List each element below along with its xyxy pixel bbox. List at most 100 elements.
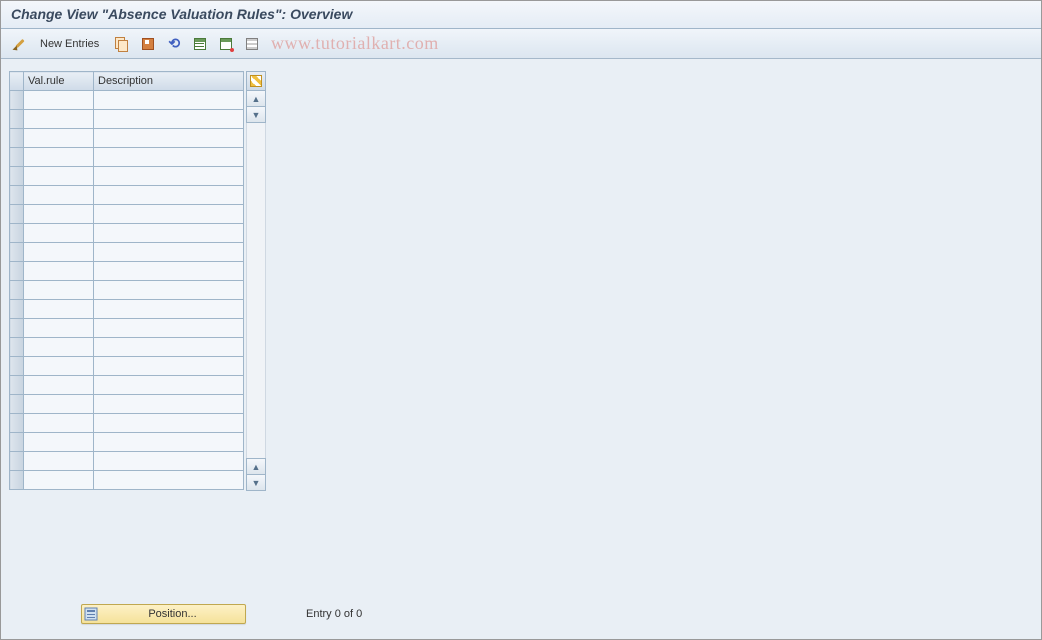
table-row[interactable] (10, 281, 244, 300)
cell-valrule[interactable] (24, 205, 94, 224)
cell-valrule[interactable] (24, 186, 94, 205)
cell-description[interactable] (94, 205, 244, 224)
cell-valrule[interactable] (24, 376, 94, 395)
cell-description[interactable] (94, 471, 244, 490)
table-row[interactable] (10, 224, 244, 243)
table-row[interactable] (10, 414, 244, 433)
delete-button[interactable] (136, 33, 160, 55)
cell-valrule[interactable] (24, 395, 94, 414)
table-row[interactable] (10, 205, 244, 224)
table-row[interactable] (10, 338, 244, 357)
cell-valrule[interactable] (24, 148, 94, 167)
table-row[interactable] (10, 148, 244, 167)
cell-valrule[interactable] (24, 224, 94, 243)
scroll-down-bottom-button[interactable]: ▼ (246, 474, 266, 491)
table-row[interactable] (10, 452, 244, 471)
cell-description[interactable] (94, 433, 244, 452)
cell-description[interactable] (94, 357, 244, 376)
cell-description[interactable] (94, 376, 244, 395)
row-selector[interactable] (10, 452, 24, 471)
row-selector[interactable] (10, 110, 24, 129)
row-selector[interactable] (10, 319, 24, 338)
row-selector[interactable] (10, 395, 24, 414)
undo-change-button[interactable]: ⟲ (162, 33, 186, 55)
table-row[interactable] (10, 186, 244, 205)
cell-valrule[interactable] (24, 452, 94, 471)
cell-valrule[interactable] (24, 414, 94, 433)
cell-description[interactable] (94, 452, 244, 471)
cell-description[interactable] (94, 129, 244, 148)
cell-description[interactable] (94, 148, 244, 167)
scroll-track[interactable] (246, 123, 266, 458)
valuation-rules-table[interactable]: Val.rule Description (9, 71, 244, 490)
cell-valrule[interactable] (24, 129, 94, 148)
table-row[interactable] (10, 433, 244, 452)
column-header-description[interactable]: Description (94, 72, 244, 91)
cell-description[interactable] (94, 91, 244, 110)
cell-description[interactable] (94, 281, 244, 300)
cell-valrule[interactable] (24, 357, 94, 376)
cell-valrule[interactable] (24, 243, 94, 262)
table-row[interactable] (10, 395, 244, 414)
table-row[interactable] (10, 167, 244, 186)
table-settings-button[interactable] (246, 71, 266, 91)
row-selector[interactable] (10, 224, 24, 243)
row-selector[interactable] (10, 262, 24, 281)
toggle-display-change-button[interactable] (9, 33, 33, 55)
table-row[interactable] (10, 110, 244, 129)
cell-description[interactable] (94, 338, 244, 357)
cell-valrule[interactable] (24, 110, 94, 129)
scroll-up-button[interactable]: ▲ (246, 90, 266, 107)
new-entries-button[interactable]: New Entries (35, 33, 108, 55)
cell-description[interactable] (94, 300, 244, 319)
cell-valrule[interactable] (24, 338, 94, 357)
row-selector[interactable] (10, 129, 24, 148)
table-row[interactable] (10, 129, 244, 148)
table-row[interactable] (10, 376, 244, 395)
row-selector-header[interactable] (10, 72, 24, 91)
row-selector[interactable] (10, 338, 24, 357)
scroll-up-bottom-button[interactable]: ▲ (246, 458, 266, 475)
cell-description[interactable] (94, 167, 244, 186)
cell-description[interactable] (94, 110, 244, 129)
cell-description[interactable] (94, 224, 244, 243)
cell-description[interactable] (94, 395, 244, 414)
table-row[interactable] (10, 319, 244, 338)
column-header-valrule[interactable]: Val.rule (24, 72, 94, 91)
deselect-all-button[interactable] (240, 33, 264, 55)
row-selector[interactable] (10, 357, 24, 376)
row-selector[interactable] (10, 91, 24, 110)
row-selector[interactable] (10, 205, 24, 224)
cell-valrule[interactable] (24, 91, 94, 110)
row-selector[interactable] (10, 281, 24, 300)
copy-as-button[interactable] (110, 33, 134, 55)
cell-valrule[interactable] (24, 471, 94, 490)
row-selector[interactable] (10, 186, 24, 205)
cell-valrule[interactable] (24, 433, 94, 452)
scroll-down-button[interactable]: ▼ (246, 106, 266, 123)
table-row[interactable] (10, 357, 244, 376)
cell-description[interactable] (94, 262, 244, 281)
table-row[interactable] (10, 243, 244, 262)
row-selector[interactable] (10, 471, 24, 490)
row-selector[interactable] (10, 148, 24, 167)
table-row[interactable] (10, 262, 244, 281)
table-row[interactable] (10, 471, 244, 490)
row-selector[interactable] (10, 376, 24, 395)
cell-valrule[interactable] (24, 319, 94, 338)
select-all-button[interactable] (188, 33, 212, 55)
cell-description[interactable] (94, 243, 244, 262)
cell-description[interactable] (94, 186, 244, 205)
cell-valrule[interactable] (24, 281, 94, 300)
table-row[interactable] (10, 300, 244, 319)
row-selector[interactable] (10, 414, 24, 433)
cell-description[interactable] (94, 319, 244, 338)
row-selector[interactable] (10, 300, 24, 319)
table-row[interactable] (10, 91, 244, 110)
row-selector[interactable] (10, 167, 24, 186)
row-selector[interactable] (10, 433, 24, 452)
cell-valrule[interactable] (24, 300, 94, 319)
cell-description[interactable] (94, 414, 244, 433)
cell-valrule[interactable] (24, 167, 94, 186)
select-block-button[interactable] (214, 33, 238, 55)
